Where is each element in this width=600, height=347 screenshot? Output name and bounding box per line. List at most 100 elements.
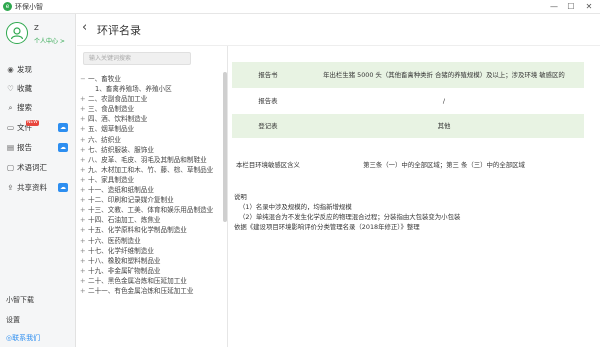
category-label: 十五、化学原料和化学制品制造业: [88, 226, 187, 235]
expand-toggle-icon[interactable]: +: [80, 135, 88, 145]
report-icon: ▤: [6, 143, 15, 152]
sidebar-item-terms[interactable]: ▢ 术语词汇: [0, 159, 76, 176]
user-icon: [10, 27, 24, 40]
row-value: 年出栏生猪 5000 头（其他畜禽种类折 合猪的养殖规模）及以上；涉及环境 敏感…: [304, 62, 584, 89]
expand-toggle-icon[interactable]: +: [80, 165, 88, 175]
category-label: 八、皮革、毛皮、羽毛及其制品和制鞋业: [88, 155, 207, 164]
download-link[interactable]: 小智下载: [6, 295, 34, 305]
expand-toggle-icon[interactable]: +: [80, 276, 88, 286]
sidebar-item-files[interactable]: ▭ 文件 NEW ☁: [0, 119, 76, 136]
settings-link[interactable]: 设置: [6, 315, 20, 325]
category-item[interactable]: + 四、酒、饮料制造业: [77, 114, 223, 124]
expand-toggle-icon[interactable]: +: [80, 155, 88, 165]
expand-toggle-icon[interactable]: +: [80, 205, 88, 215]
category-item[interactable]: + 九、木材加工和木、竹、藤、棕、草制品业: [77, 165, 223, 175]
page-header: ‹ 环评名录: [77, 14, 600, 46]
expand-toggle-icon[interactable]: +: [80, 215, 88, 225]
app-logo-icon: e: [3, 2, 12, 11]
category-item[interactable]: + 十二、印刷和记录媒介复制业: [77, 195, 223, 205]
expand-toggle-icon[interactable]: +: [80, 94, 88, 104]
category-item[interactable]: + 八、皮革、毛皮、羽毛及其制品和制鞋业: [77, 155, 223, 165]
expand-toggle-icon[interactable]: +: [80, 246, 88, 256]
info-table: 报告书 年出栏生猪 5000 头（其他畜禽种类折 合猪的养殖规模）及以上；涉及环境…: [232, 62, 584, 191]
category-item[interactable]: + 十四、石油加工、炼焦业: [77, 215, 223, 225]
category-item[interactable]: + 十、家具制造业: [77, 175, 223, 185]
minimize-button[interactable]: —: [547, 1, 561, 13]
page-title: 环评名录: [97, 24, 141, 37]
avatar[interactable]: [6, 22, 28, 44]
expand-toggle-icon[interactable]: +: [80, 266, 88, 276]
expand-toggle-icon[interactable]: +: [80, 124, 88, 134]
expand-toggle-icon[interactable]: +: [80, 185, 88, 195]
expand-toggle-icon[interactable]: +: [80, 104, 88, 114]
cloud-icon[interactable]: ☁: [58, 183, 68, 192]
user-name: Z: [34, 24, 39, 32]
category-label: 十一、造纸和纸制品业: [88, 186, 154, 195]
search-input[interactable]: 输入关键词搜索: [83, 52, 191, 65]
category-item[interactable]: + 十三、文教、工美、体育和娱乐用品制造业: [77, 205, 223, 215]
category-item[interactable]: + 二十一、有色金属冶炼和压延加工业: [77, 286, 223, 296]
category-label: 二十、黑色金属冶炼和压延加工业: [88, 276, 187, 285]
table-row: 本栏目环境敏感区含义 第三条（一）中的全部区域；第三 条（三）中的全部区域: [232, 138, 584, 191]
category-item[interactable]: + 十九、非金属矿物制品业: [77, 266, 223, 276]
expand-toggle-icon[interactable]: +: [80, 114, 88, 124]
folder-icon: ▭: [6, 123, 15, 132]
category-label: 二十一、有色金属冶炼和压延加工业: [88, 286, 194, 295]
scrollbar[interactable]: [223, 72, 227, 222]
category-item[interactable]: + 三、食品制造业: [77, 104, 223, 114]
category-label: 三、食品制造业: [88, 105, 135, 114]
row-key: 报告书: [232, 62, 304, 89]
back-arrow-icon[interactable]: ‹: [82, 20, 87, 36]
sidebar-item-discover[interactable]: ◉ 发现: [0, 61, 76, 78]
category-item[interactable]: + 五、烟草制品业: [77, 124, 223, 134]
category-item[interactable]: + 七、纺织服装、服饰业: [77, 145, 223, 155]
sidebar-item-search[interactable]: ⌕ 搜索: [0, 99, 76, 116]
table-row: 登记表 其他: [232, 113, 584, 139]
category-item[interactable]: + 十六、医药制造业: [77, 236, 223, 246]
expand-toggle-icon[interactable]: +: [80, 175, 88, 185]
cloud-icon[interactable]: ☁: [58, 143, 68, 152]
maximize-button[interactable]: ☐: [564, 1, 578, 13]
category-label: 十八、橡胶和塑料制品业: [88, 256, 161, 265]
heart-icon: ♡: [7, 84, 14, 93]
category-label: 十七、化学纤维制造业: [88, 246, 154, 255]
category-item[interactable]: + 二、农副食品加工业: [77, 94, 223, 104]
category-label: 五、烟草制品业: [88, 125, 135, 134]
contact-link[interactable]: ◎联系我们: [6, 333, 40, 343]
category-item[interactable]: + 二十、黑色金属冶炼和压延加工业: [77, 276, 223, 286]
search-icon: ⌕: [8, 103, 13, 112]
expand-toggle-icon[interactable]: +: [80, 225, 88, 235]
expand-toggle-icon[interactable]: +: [80, 195, 88, 205]
expand-toggle-icon[interactable]: −: [80, 74, 88, 84]
category-item[interactable]: + 十七、化学纤维制造业: [77, 246, 223, 256]
expand-toggle-icon[interactable]: +: [80, 236, 88, 246]
sidebar-item-reports[interactable]: ▤ 报告 ☁: [0, 139, 76, 156]
category-item[interactable]: 1、畜禽养殖场、养殖小区: [77, 84, 223, 94]
share-icon: ⇪: [7, 183, 14, 192]
category-list: − 一、畜牧业 1、畜禽养殖场、养殖小区 + 二、农副食品加工业 + 三、食品制造业 + 四、酒…: [77, 74, 223, 296]
row-value: 其他: [304, 113, 584, 139]
category-label: 十六、医药制造业: [88, 236, 141, 245]
expand-toggle-icon[interactable]: +: [80, 256, 88, 266]
note-line: （1）名录中涉及规模的，均指新增规模: [239, 203, 352, 211]
category-label: 十、家具制造业: [88, 175, 135, 184]
category-item[interactable]: + 十五、化学原料和化学制品制造业: [77, 225, 223, 235]
category-item[interactable]: + 十一、造纸和纸制品业: [77, 185, 223, 195]
expand-toggle-icon[interactable]: +: [80, 286, 88, 296]
category-label: 九、木材加工和木、竹、藤、棕、草制品业: [88, 165, 214, 174]
sidebar-item-label: 报告: [17, 143, 32, 152]
category-item[interactable]: − 一、畜牧业: [77, 74, 223, 84]
user-center-link[interactable]: 个人中心 >: [34, 36, 65, 45]
sidebar-item-shared[interactable]: ⇪ 共享资料 ☁: [0, 179, 76, 196]
sidebar-item-favorites[interactable]: ♡ 收藏: [0, 80, 76, 97]
category-item[interactable]: + 十八、橡胶和塑料制品业: [77, 256, 223, 266]
cloud-icon[interactable]: ☁: [58, 123, 68, 132]
category-label: 十三、文教、工美、体育和娱乐用品制造业: [88, 206, 214, 215]
contact-label: 联系我们: [12, 334, 41, 342]
category-item[interactable]: + 六、纺织业: [77, 135, 223, 145]
close-button[interactable]: ✕: [582, 1, 596, 13]
expand-toggle-icon[interactable]: +: [80, 145, 88, 155]
sidebar-item-label: 收藏: [17, 84, 32, 93]
row-key: 登记表: [232, 113, 304, 139]
detail-panel: 报告书 年出栏生猪 5000 头（其他畜禽种类折 合猪的养殖规模）及以上；涉及环境…: [232, 62, 584, 191]
